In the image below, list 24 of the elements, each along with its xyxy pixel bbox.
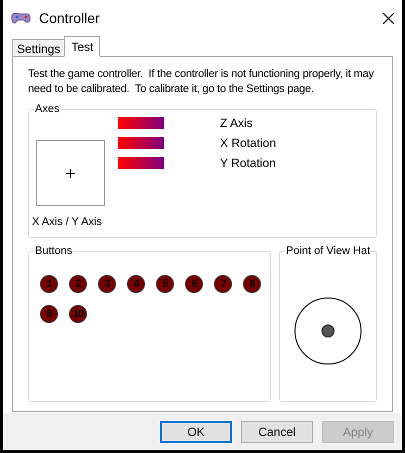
button-indicator: 8 <box>243 275 261 293</box>
description-text: Test the game controller. If the controller is not functioning properly, it may need to be calibrated. To calibrate it, go to the Settings page. <box>28 67 375 97</box>
button-indicator: 1 <box>40 275 58 293</box>
button-indicator: 4 <box>127 275 145 293</box>
pov-hat-drawing <box>294 296 362 364</box>
close-icon[interactable] <box>383 12 394 24</box>
crosshair-icon <box>66 168 75 178</box>
axis-label: X Axis / Y Axis <box>32 215 102 230</box>
button-indicator: 9 <box>40 305 58 323</box>
gamepad-icon <box>11 12 31 24</box>
axis-label: X Rotation <box>220 134 276 152</box>
button-indicator: 7 <box>214 275 232 293</box>
window-title: Controller <box>39 8 100 28</box>
button-indicator: 5 <box>156 275 174 293</box>
button-indicator: 3 <box>98 275 116 293</box>
button-indicator: 6 <box>185 275 203 293</box>
tab[interactable]: Settings <box>12 39 66 57</box>
dialog-button[interactable]: Cancel <box>241 420 313 442</box>
button-indicator: 2 <box>69 275 87 293</box>
tab[interactable]: Test <box>64 36 100 57</box>
button-indicator: 10 <box>69 305 87 323</box>
axis-label: Y Rotation <box>220 154 276 172</box>
dialog-button[interactable]: OK <box>160 420 232 442</box>
axis-label: Z Axis <box>220 114 253 132</box>
